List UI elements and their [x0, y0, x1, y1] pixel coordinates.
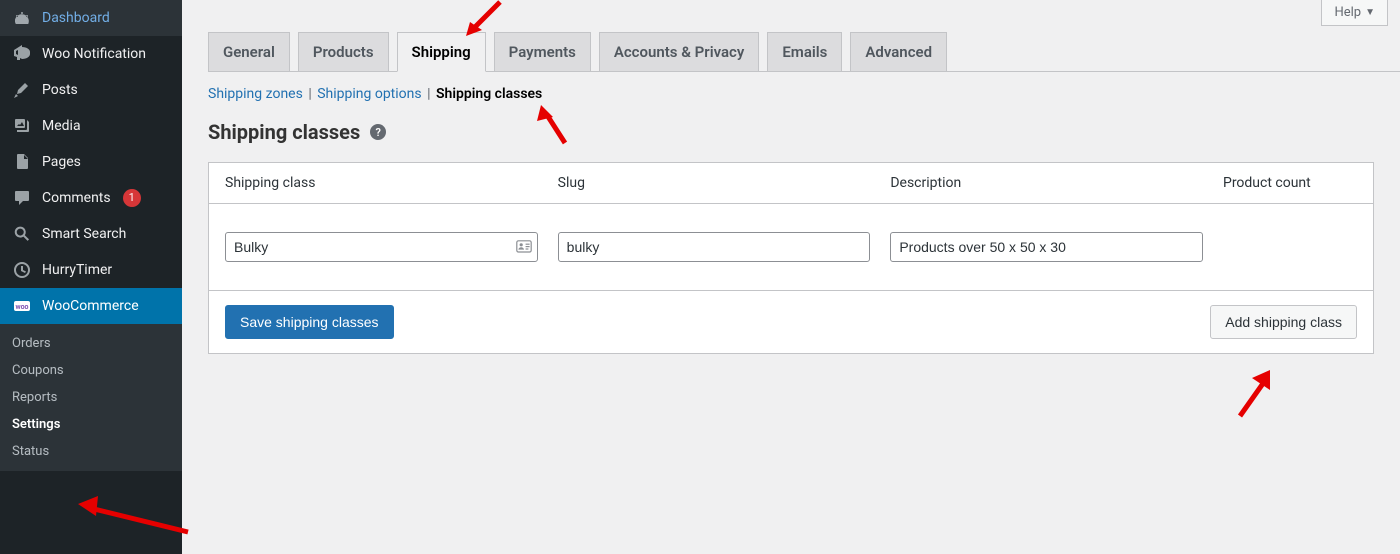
- description-cell: [890, 232, 1203, 262]
- tab-general[interactable]: General: [208, 32, 290, 72]
- sidebar-item-woo-notification[interactable]: Woo Notification: [0, 36, 182, 72]
- megaphone-icon: [12, 44, 32, 64]
- sidebar-item-label: Woo Notification: [42, 46, 146, 62]
- subtab-shipping-options[interactable]: Shipping options: [317, 86, 421, 102]
- sidebar-item-label: Pages: [42, 154, 81, 170]
- sidebar-item-label: Posts: [42, 82, 78, 98]
- add-shipping-class-button[interactable]: Add shipping class: [1210, 305, 1357, 339]
- page-icon: [12, 152, 32, 172]
- help-tab-label: Help: [1334, 5, 1361, 20]
- slug-cell: [558, 232, 871, 262]
- contact-card-icon: [516, 240, 532, 254]
- submenu-status[interactable]: Status: [0, 438, 182, 465]
- subtab-shipping-classes: Shipping classes: [436, 86, 542, 102]
- table-header: Shipping class Slug Description Product …: [209, 163, 1373, 204]
- admin-sidebar: Dashboard Woo Notification Posts Media P…: [0, 0, 182, 554]
- col-slug: Slug: [558, 175, 871, 191]
- tab-emails[interactable]: Emails: [767, 32, 842, 72]
- sidebar-item-label: WooCommerce: [42, 298, 139, 314]
- save-button[interactable]: Save shipping classes: [225, 305, 394, 339]
- search-icon: [12, 224, 32, 244]
- sidebar-item-posts[interactable]: Posts: [0, 72, 182, 108]
- help-tooltip-icon[interactable]: ?: [370, 124, 386, 140]
- table-footer: Save shipping classes Add shipping class: [209, 291, 1373, 353]
- submenu-orders[interactable]: Orders: [0, 330, 182, 357]
- table-row: [209, 204, 1373, 291]
- col-shipping-class: Shipping class: [225, 175, 538, 191]
- description-input[interactable]: [890, 232, 1203, 262]
- settings-tabs: General Products Shipping Payments Accou…: [208, 32, 1400, 72]
- comments-badge: 1: [123, 189, 141, 206]
- tab-shipping[interactable]: Shipping: [397, 32, 486, 72]
- sidebar-item-media[interactable]: Media: [0, 108, 182, 144]
- separator: |: [427, 86, 430, 102]
- shipping-class-cell: [225, 232, 538, 262]
- sidebar-item-smart-search[interactable]: Smart Search: [0, 216, 182, 252]
- page-title: Shipping classes: [208, 120, 360, 144]
- sidebar-item-pages[interactable]: Pages: [0, 144, 182, 180]
- submenu-reports[interactable]: Reports: [0, 384, 182, 411]
- comment-icon: [12, 188, 32, 208]
- tab-advanced[interactable]: Advanced: [850, 32, 947, 72]
- media-icon: [12, 116, 32, 136]
- sidebar-item-label: Smart Search: [42, 226, 126, 242]
- submenu-settings[interactable]: Settings: [0, 411, 182, 438]
- tab-payments[interactable]: Payments: [494, 32, 591, 72]
- col-description: Description: [890, 175, 1203, 191]
- submenu-coupons[interactable]: Coupons: [0, 357, 182, 384]
- col-product-count: Product count: [1223, 175, 1357, 191]
- subtab-shipping-zones[interactable]: Shipping zones: [208, 86, 303, 102]
- woocommerce-submenu: Orders Coupons Reports Settings Status: [0, 324, 182, 471]
- sidebar-item-comments[interactable]: Comments 1: [0, 180, 182, 216]
- sidebar-item-dashboard[interactable]: Dashboard: [0, 0, 182, 36]
- tab-products[interactable]: Products: [298, 32, 389, 72]
- help-tab[interactable]: Help ▼: [1321, 0, 1388, 26]
- timer-icon: [12, 260, 32, 280]
- sidebar-item-woocommerce[interactable]: woo WooCommerce: [0, 288, 182, 324]
- dashboard-icon: [12, 8, 32, 28]
- sidebar-item-label: Dashboard: [42, 10, 110, 26]
- main-content: Help ▼ General Products Shipping Payment…: [182, 0, 1400, 554]
- svg-text:woo: woo: [15, 303, 28, 311]
- tab-accounts-privacy[interactable]: Accounts & Privacy: [599, 32, 760, 72]
- shipping-class-input[interactable]: [225, 232, 538, 262]
- shipping-subtabs: Shipping zones | Shipping options | Ship…: [208, 86, 1374, 102]
- chevron-down-icon: ▼: [1365, 7, 1375, 18]
- page-title-row: Shipping classes ?: [208, 120, 1374, 144]
- separator: |: [308, 86, 311, 102]
- woo-icon: woo: [12, 296, 32, 316]
- pushpin-icon: [12, 80, 32, 100]
- sidebar-item-label: Media: [42, 118, 81, 134]
- sidebar-item-label: Comments: [42, 190, 111, 206]
- sidebar-item-hurrytimer[interactable]: HurryTimer: [0, 252, 182, 288]
- shipping-classes-table: Shipping class Slug Description Product …: [208, 162, 1374, 354]
- sidebar-item-label: HurryTimer: [42, 262, 112, 278]
- slug-input[interactable]: [558, 232, 871, 262]
